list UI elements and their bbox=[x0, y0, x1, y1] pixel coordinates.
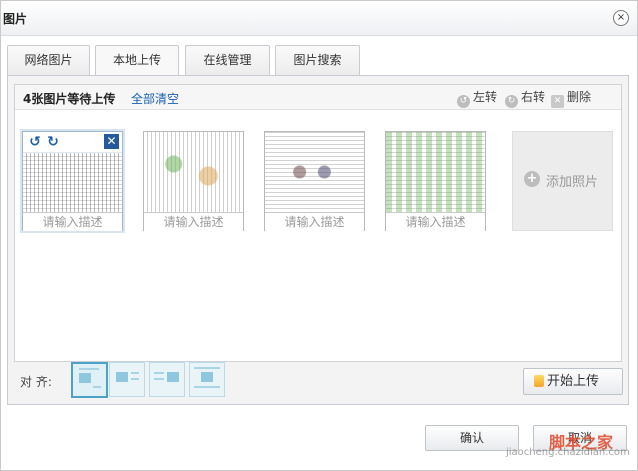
align-right-option[interactable] bbox=[149, 362, 185, 397]
description-input[interactable]: 请输入描述 bbox=[144, 212, 243, 231]
align-line-icon bbox=[93, 386, 101, 388]
rotate-right-icon: ↻ bbox=[505, 95, 518, 108]
align-line-icon bbox=[194, 367, 220, 369]
align-image-icon bbox=[79, 373, 91, 383]
clear-all-link[interactable]: 全部清空 bbox=[131, 90, 179, 107]
thumbnail-image: ↺ ↻ ✕ bbox=[23, 132, 122, 212]
align-line-icon bbox=[131, 378, 139, 380]
align-line-icon bbox=[79, 368, 99, 370]
tab-local-upload[interactable]: 本地上传 bbox=[95, 45, 179, 76]
rotate-right-icon[interactable]: ↻ bbox=[45, 134, 61, 150]
thumbnail-item[interactable]: ↺ ↻ ✕ 请输入描述 bbox=[22, 131, 123, 231]
confirm-button[interactable]: 确认 bbox=[425, 425, 519, 451]
description-input[interactable]: 请输入描述 bbox=[23, 212, 122, 231]
align-left-option[interactable] bbox=[109, 362, 145, 397]
tab-web-image[interactable]: 网络图片 bbox=[7, 45, 90, 75]
add-photo-button[interactable]: + 添加照片 bbox=[512, 131, 613, 231]
rotate-left-icon[interactable]: ↺ bbox=[27, 134, 43, 150]
rotate-left-label: 左转 bbox=[473, 90, 498, 104]
close-icon[interactable]: × bbox=[613, 10, 629, 26]
align-line-icon bbox=[194, 386, 220, 388]
align-line-icon bbox=[154, 372, 164, 374]
remove-icon[interactable]: ✕ bbox=[104, 134, 119, 149]
upload-queue-area: 4张图片等待上传 全部清空 ↺ 左转 ↻ 右转 ✕ 删除 ↺ ↻ ✕ 请输入描述… bbox=[14, 84, 622, 362]
start-upload-button[interactable]: 开始上传 bbox=[523, 368, 623, 395]
add-photo-label: 添加照片 bbox=[546, 175, 599, 190]
description-input[interactable]: 请输入描述 bbox=[386, 212, 485, 231]
tab-online-manage[interactable]: 在线管理 bbox=[185, 45, 270, 75]
image-dialog: 图片 × 网络图片 本地上传 在线管理 图片搜索 4张图片等待上传 全部清空 ↺… bbox=[0, 0, 638, 471]
description-input[interactable]: 请输入描述 bbox=[265, 212, 364, 231]
align-center-option[interactable] bbox=[189, 362, 225, 397]
thumbnail-image bbox=[144, 132, 243, 212]
align-none-option[interactable] bbox=[71, 362, 108, 398]
thumbnail-item[interactable]: 请输入描述 bbox=[143, 131, 244, 231]
rotate-left-icon: ↺ bbox=[457, 95, 470, 108]
watermark-url: jiaocheng.chazidian.com bbox=[506, 447, 630, 458]
thumbnail-item[interactable]: 请输入描述 bbox=[385, 131, 486, 231]
tab-image-search[interactable]: 图片搜索 bbox=[275, 45, 360, 75]
rotate-left-button[interactable]: ↺ 左转 bbox=[457, 89, 498, 108]
rotate-right-button[interactable]: ↻ 右转 bbox=[505, 89, 546, 108]
queue-status: 4张图片等待上传 bbox=[23, 92, 116, 106]
delete-label: 删除 bbox=[567, 90, 592, 104]
dialog-title: 图片 bbox=[3, 12, 28, 26]
delete-button[interactable]: ✕ 删除 bbox=[551, 89, 592, 108]
upload-icon bbox=[534, 375, 544, 387]
start-upload-label: 开始上传 bbox=[547, 374, 600, 389]
align-line-icon bbox=[131, 372, 139, 374]
align-image-icon bbox=[201, 372, 213, 382]
align-label: 对 齐: bbox=[20, 375, 52, 389]
thumbnail-item[interactable]: 请输入描述 bbox=[264, 131, 365, 231]
delete-icon: ✕ bbox=[551, 95, 564, 108]
align-image-icon bbox=[116, 372, 128, 382]
thumbnail-image bbox=[265, 132, 364, 212]
plus-icon: + bbox=[524, 171, 540, 187]
rotate-right-label: 右转 bbox=[521, 90, 546, 104]
dialog-titlebar: 图片 × bbox=[1, 1, 637, 36]
align-line-icon bbox=[154, 378, 164, 380]
thumbnail-image bbox=[386, 132, 485, 212]
queue-toolbar: 4张图片等待上传 全部清空 ↺ 左转 ↻ 右转 ✕ 删除 bbox=[15, 85, 621, 110]
upload-panel: 4张图片等待上传 全部清空 ↺ 左转 ↻ 右转 ✕ 删除 ↺ ↻ ✕ 请输入描述… bbox=[7, 75, 629, 405]
align-image-icon bbox=[167, 372, 179, 382]
